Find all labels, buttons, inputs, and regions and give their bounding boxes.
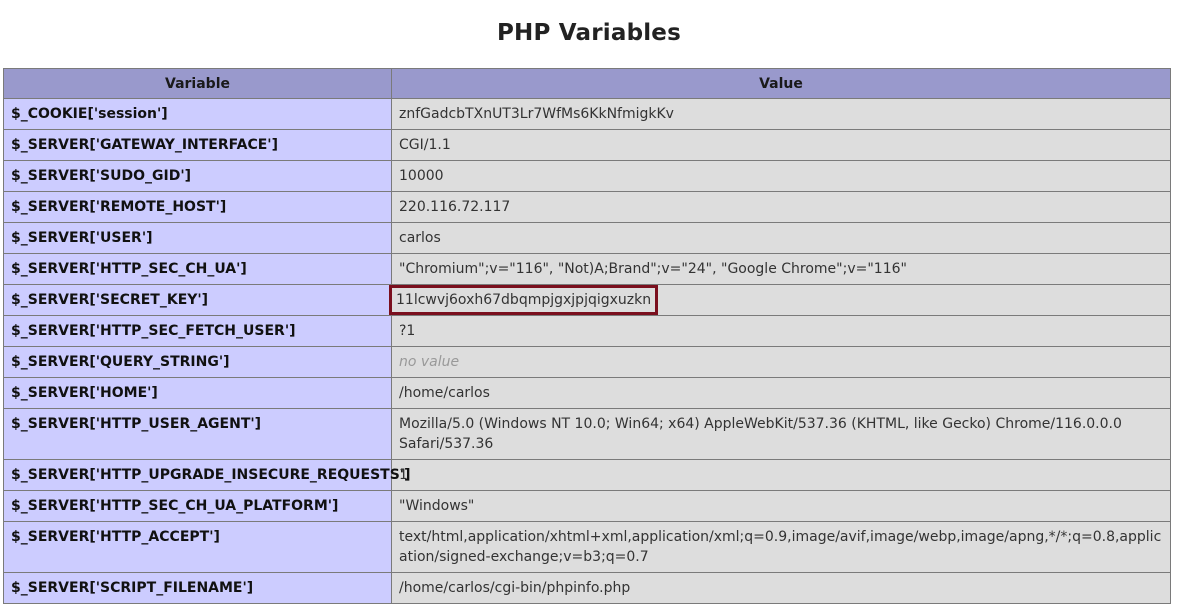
variable-value-cell: ?1 xyxy=(391,315,1171,347)
table-row: $_SERVER['HOME']/home/carlos xyxy=(3,377,1171,409)
php-variables-table: Variable Value $_COOKIE['session'] znfGad… xyxy=(3,68,1171,604)
table-row: $_SERVER['QUERY_STRING'] no value xyxy=(3,346,1171,378)
variable-value-cell: "Chromium";v="116", "Not)A;Brand";v="24"… xyxy=(391,253,1171,285)
variable-value-cell: carlos xyxy=(391,222,1171,254)
variable-value-cell: /home/carlos/cgi-bin/phpinfo.php xyxy=(391,572,1171,604)
table-body: $_COOKIE['session'] znfGadcbTXnUT3Lr7WfMs… xyxy=(3,98,1171,604)
variable-name-cell: $_SERVER['HTTP_USER_AGENT'] xyxy=(3,408,392,460)
variable-name-cell: $_SERVER['GATEWAY_INTERFACE'] xyxy=(3,129,392,161)
table-row: $_SERVER['SUDO_GID'] 10000 xyxy=(3,160,1171,192)
variable-name-cell: $_SERVER['HTTP_UPGRADE_INSECURE_REQUESTS… xyxy=(3,459,411,491)
table-row: $_SERVER['REMOTE_HOST'] 220.116.72.117 xyxy=(3,191,1171,223)
variable-name-cell: $_SERVER['QUERY_STRING'] xyxy=(3,346,392,378)
variable-name-cell: $_SERVER['HTTP_SEC_CH_UA_PLATFORM'] xyxy=(3,490,392,522)
table-row: $_COOKIE['session'] znfGadcbTXnUT3Lr7WfMs… xyxy=(3,98,1171,130)
variable-value-cell: 10000 xyxy=(391,160,1171,192)
variable-name-cell: $_SERVER['SUDO_GID'] xyxy=(3,160,392,192)
table-row: $_SERVER['HTTP_SEC_CH_UA'] "Chromium";v="… xyxy=(3,253,1171,285)
table-row: $_SERVER['GATEWAY_INTERFACE'] CGI/1.1 xyxy=(3,129,1171,161)
table-row: $_SERVER['SECRET_KEY'] 11lcwvj6oxh67dbqmp… xyxy=(3,284,1171,316)
variable-value-cell: "Windows" xyxy=(391,490,1171,522)
table-row: $_SERVER['SCRIPT_FILENAME']/home/carlos/… xyxy=(3,572,1171,604)
variable-value-cell: /home/carlos xyxy=(391,377,1171,409)
table-row: $_SERVER['USER'] carlos xyxy=(3,222,1171,254)
table-header-row: Variable Value xyxy=(3,68,1171,99)
variable-name-cell: $_SERVER['HTTP_SEC_FETCH_USER'] xyxy=(3,315,392,347)
variable-name-cell: $_SERVER['SCRIPT_FILENAME'] xyxy=(3,572,392,604)
variable-value-cell: no value xyxy=(391,346,1171,378)
variable-name-cell: $_SERVER['SECRET_KEY'] xyxy=(3,284,392,316)
variable-name-cell: $_COOKIE['session'] xyxy=(3,98,392,130)
variable-name-cell: $_SERVER['HTTP_SEC_CH_UA'] xyxy=(3,253,392,285)
table-row: $_SERVER['HTTP_SEC_FETCH_USER'] ?1 xyxy=(3,315,1171,347)
variable-name-cell: $_SERVER['HTTP_ACCEPT'] xyxy=(3,521,392,573)
highlighted-secret-value: 11lcwvj6oxh67dbqmpjgxjpjqigxuzkn xyxy=(389,285,659,315)
variable-value-cell: Mozilla/5.0 (Windows NT 10.0; Win64; x64… xyxy=(391,408,1171,460)
table-row: $_SERVER['HTTP_UPGRADE_INSECURE_REQUESTS… xyxy=(3,459,1171,491)
variable-name-cell: $_SERVER['REMOTE_HOST'] xyxy=(3,191,392,223)
variable-value-cell: znfGadcbTXnUT3Lr7WfMs6KkNfmigkKv xyxy=(391,98,1171,130)
variable-value-cell: CGI/1.1 xyxy=(391,129,1171,161)
variable-value-cell: 220.116.72.117 xyxy=(391,191,1171,223)
table-row: $_SERVER['HTTP_USER_AGENT'] Mozilla/5.0 (… xyxy=(3,408,1171,460)
column-header-variable: Variable xyxy=(3,68,392,99)
variable-value-cell: 1 xyxy=(391,459,1171,491)
no-value-placeholder: no value xyxy=(399,354,460,370)
column-header-value: Value xyxy=(391,68,1171,99)
table-row: $_SERVER['HTTP_ACCEPT'] text/html,applica… xyxy=(3,521,1171,573)
table-row: $_SERVER['HTTP_SEC_CH_UA_PLATFORM'] "Wind… xyxy=(3,490,1171,522)
page-title: PHP Variables xyxy=(496,20,682,46)
variable-value-cell: text/html,application/xhtml+xml,applicat… xyxy=(391,521,1171,573)
variable-name-cell: $_SERVER['USER'] xyxy=(3,222,392,254)
variable-name-cell: $_SERVER['HOME'] xyxy=(3,377,392,409)
variable-value-cell: 11lcwvj6oxh67dbqmpjgxjpjqigxuzkn xyxy=(389,284,1171,316)
